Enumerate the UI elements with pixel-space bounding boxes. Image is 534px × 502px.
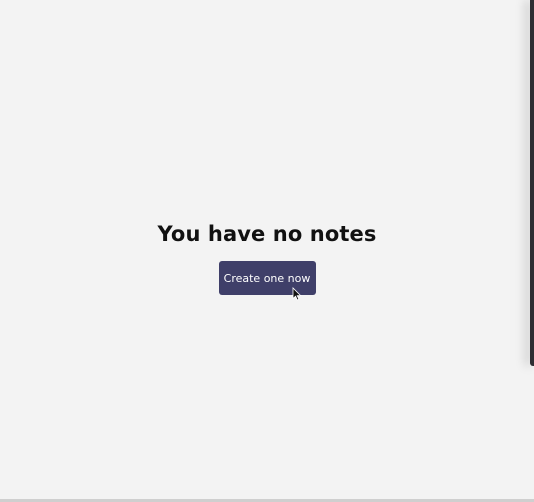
notes-page: You have no notes Create one now (0, 0, 534, 502)
empty-state: You have no notes Create one now (0, 220, 534, 295)
mouse-pointer-icon (292, 287, 302, 301)
empty-state-heading: You have no notes (157, 222, 377, 246)
window-right-edge (530, 0, 534, 366)
